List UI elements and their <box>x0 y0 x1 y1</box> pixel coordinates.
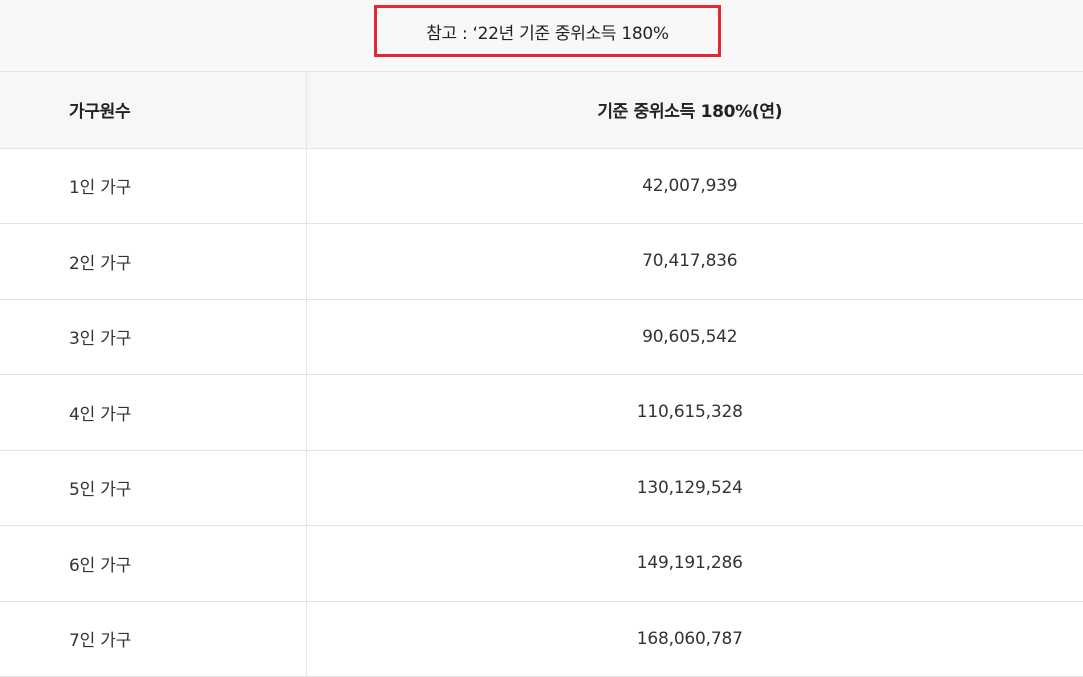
income-cell: 42,007,939 <box>306 148 1083 224</box>
table-row: 6인 가구 149,191,286 <box>0 525 1083 602</box>
table-row: 3인 가구 90,605,542 <box>0 299 1083 375</box>
table-row: 1인 가구 42,007,939 <box>0 148 1083 224</box>
household-cell: 2인 가구 <box>0 223 307 300</box>
household-cell: 3인 가구 <box>0 299 307 375</box>
income-cell: 130,129,524 <box>306 450 1083 526</box>
income-cell: 110,615,328 <box>306 374 1083 451</box>
income-table: 가구원수 기준 중위소득 180%(연) 1인 가구 42,007,939 2인… <box>0 72 1083 677</box>
income-cell: 70,417,836 <box>306 223 1083 300</box>
table-row: 2인 가구 70,417,836 <box>0 223 1083 300</box>
household-cell: 1인 가구 <box>0 148 307 224</box>
column-header-household-size: 가구원수 <box>0 72 307 149</box>
income-cell: 149,191,286 <box>306 525 1083 602</box>
table-row: 5인 가구 130,129,524 <box>0 450 1083 526</box>
household-cell: 6인 가구 <box>0 525 307 602</box>
table-row: 4인 가구 110,615,328 <box>0 374 1083 451</box>
table-row: 7인 가구 168,060,787 <box>0 601 1083 677</box>
income-cell: 90,605,542 <box>306 299 1083 375</box>
household-cell: 7인 가구 <box>0 601 307 677</box>
column-header-median-income: 기준 중위소득 180%(연) <box>306 72 1083 149</box>
caption-bar: 참고 : ‘22년 기준 중위소득 180% <box>0 0 1083 72</box>
reference-note: 참고 : ‘22년 기준 중위소득 180% <box>374 5 721 57</box>
household-cell: 5인 가구 <box>0 450 307 526</box>
table-header-row: 가구원수 기준 중위소득 180%(연) <box>0 72 1083 149</box>
household-cell: 4인 가구 <box>0 374 307 451</box>
income-cell: 168,060,787 <box>306 601 1083 677</box>
